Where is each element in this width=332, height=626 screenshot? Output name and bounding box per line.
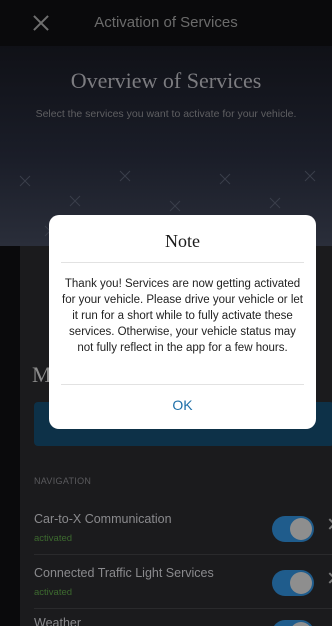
app-screen: Activation of Services Overview of Servi…: [0, 0, 332, 626]
divider: [34, 608, 332, 609]
ok-button[interactable]: OK: [49, 397, 316, 413]
screen-title: Activation of Services: [94, 14, 238, 31]
top-bar: Activation of Services: [0, 0, 332, 46]
section-label-navigation: NAVIGATION: [34, 476, 92, 486]
divider: [61, 384, 304, 385]
dialog-title: Note: [165, 231, 200, 251]
service-toggle[interactable]: [272, 620, 314, 626]
note-dialog: Note Thank you! Services are now getting…: [49, 215, 316, 429]
divider: [61, 262, 304, 263]
service-row-car-to-x[interactable]: Car-to-X Communication activated: [34, 512, 332, 544]
service-toggle[interactable]: [272, 570, 314, 596]
dialog-message: Thank you! Services are now getting acti…: [62, 278, 303, 354]
hero-title: Overview of Services: [70, 68, 262, 93]
hero-subtitle: Select the services you want to activate…: [35, 108, 297, 120]
service-toggle[interactable]: [272, 516, 314, 542]
service-row-weather[interactable]: Weather: [34, 616, 332, 626]
service-row-traffic-light[interactable]: Connected Traffic Light Services activat…: [34, 566, 332, 598]
divider: [34, 554, 332, 555]
